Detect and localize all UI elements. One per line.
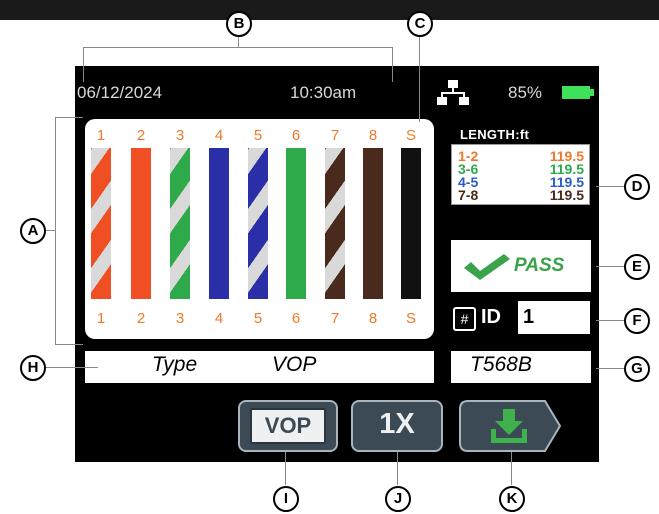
leader-line: [596, 368, 626, 369]
callout-i: I: [273, 486, 299, 512]
leader-line: [596, 266, 626, 267]
pin-label-bottom: S: [405, 310, 416, 327]
status-date: 06/12/2024: [77, 83, 163, 102]
wire-S: [401, 148, 421, 299]
leader-line: [44, 367, 98, 368]
pin-label-top: S: [405, 127, 416, 144]
battery-tip: [590, 89, 594, 96]
network-icon: [437, 80, 469, 105]
callout-d: D: [624, 174, 650, 200]
leader-line: [511, 452, 512, 485]
vop-button-label: VOP: [250, 408, 326, 444]
pin-label-bottom: 5: [253, 310, 263, 327]
pin-label-bottom: 1: [96, 310, 106, 327]
wire-1: [91, 148, 111, 299]
leader-line: [285, 452, 286, 485]
callout-a: A: [20, 218, 46, 244]
pin-label-bottom: 4: [214, 310, 224, 327]
length-title: LENGTH:ft: [460, 127, 530, 142]
bracket-line: [55, 117, 56, 345]
bracket-line: [392, 47, 393, 82]
wire-6: [286, 148, 306, 299]
wiring-standard: T568B: [470, 353, 532, 376]
pair-length: 119.5: [549, 187, 584, 203]
wire-4: [209, 148, 229, 299]
callout-j: J: [385, 486, 411, 512]
type-label: Type: [152, 353, 198, 376]
bracket-line: [83, 47, 84, 82]
callout-h: H: [20, 355, 46, 381]
pair-label: 7-8: [458, 187, 479, 203]
pin-label-bottom: 6: [291, 310, 301, 327]
leader-line: [238, 36, 239, 47]
leader-line: [596, 186, 626, 187]
pin-label-bottom: 8: [368, 310, 378, 327]
check-icon: [464, 254, 510, 280]
pin-label-top: 3: [175, 127, 185, 144]
bracket-line: [55, 344, 83, 345]
result-label: PASS: [514, 255, 565, 276]
type-field: [85, 351, 434, 383]
pin-label-bottom: 2: [136, 310, 146, 327]
id-value: 1: [523, 306, 535, 328]
wire-5: [248, 148, 268, 299]
top-bar: [0, 0, 659, 20]
pin-label-bottom: 3: [175, 310, 185, 327]
status-time: 10:30am: [290, 83, 357, 102]
callout-e: E: [624, 254, 650, 280]
pin-label-top: 6: [291, 127, 301, 144]
id-label: ID: [481, 306, 501, 328]
pin-label-top: 4: [214, 127, 224, 144]
battery-icon: [562, 86, 590, 99]
multiplier-label: 1X: [379, 408, 415, 440]
wire-8: [363, 148, 383, 299]
wire-2: [131, 148, 151, 299]
leader-line: [596, 320, 626, 321]
pin-label-top: 2: [136, 127, 146, 144]
hash-icon: #: [453, 307, 476, 331]
callout-k: K: [499, 486, 525, 512]
callout-f: F: [624, 308, 650, 334]
pin-label-top: 7: [330, 127, 340, 144]
download-icon: [491, 409, 527, 443]
leader-line: [397, 452, 398, 485]
pin-label-top: 8: [368, 127, 378, 144]
wire-3: [170, 148, 190, 299]
bracket-line: [55, 117, 83, 118]
wire-7: [325, 148, 345, 299]
callout-b: B: [226, 11, 252, 37]
pin-label-bottom: 7: [330, 310, 340, 327]
pin-label-top: 1: [96, 127, 106, 144]
bracket-line: [83, 47, 393, 48]
battery-percent: 85%: [508, 83, 543, 102]
pin-label-top: 5: [253, 127, 263, 144]
type-value: VOP: [272, 353, 317, 376]
callout-c: C: [407, 11, 433, 37]
leader-line: [419, 36, 420, 122]
callout-g: G: [624, 356, 650, 382]
